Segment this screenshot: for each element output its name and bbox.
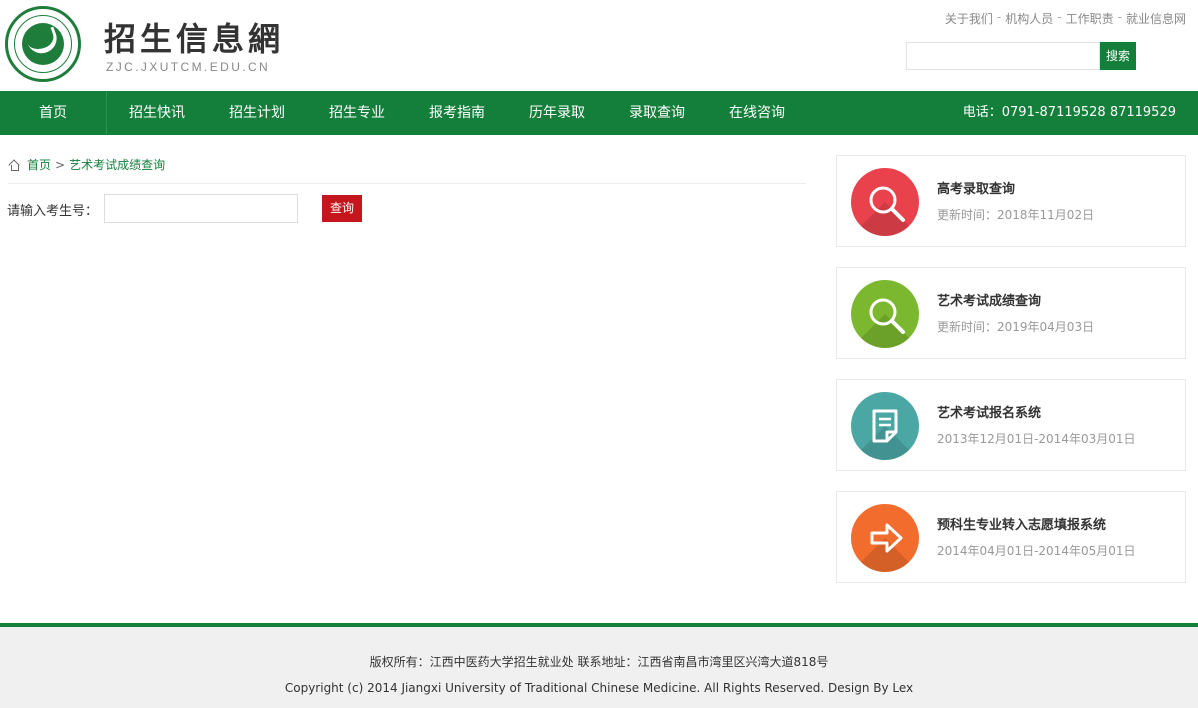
card-gaokao-query[interactable]: 高考录取查询 更新时间：2018年11月02日 bbox=[836, 155, 1186, 247]
main-nav: 首页 招生快讯 招生计划 招生专业 报考指南 历年录取 录取查询 在线咨询 电话… bbox=[0, 91, 1198, 135]
card-icon-circle bbox=[851, 392, 919, 460]
nav-item-history[interactable]: 历年录取 bbox=[507, 91, 607, 135]
card-date: 2014年04月01日-2014年05月01日 bbox=[937, 544, 1136, 558]
top-link-jobs[interactable]: 就业信息网 bbox=[1126, 10, 1186, 27]
top-link-staff[interactable]: 机构人员 bbox=[1005, 10, 1053, 27]
document-icon bbox=[872, 409, 898, 443]
top-link-separator: - bbox=[1057, 10, 1062, 24]
card-date: 2013年12月01日-2014年03月01日 bbox=[937, 432, 1136, 446]
site-footer: 版权所有：江西中医药大学招生就业处 联系地址：江西省南昌市湾里区兴湾大道818号… bbox=[0, 623, 1198, 708]
breadcrumb-separator: > bbox=[55, 157, 66, 172]
breadcrumb-current[interactable]: 艺术考试成绩查询 bbox=[69, 156, 165, 173]
search-icon bbox=[869, 298, 905, 334]
card-date: 更新时间：2019年04月03日 bbox=[937, 320, 1095, 334]
site-title: 招生信息網 bbox=[104, 20, 285, 58]
nav-item-admission-query[interactable]: 录取查询 bbox=[607, 91, 707, 135]
top-links: 关于我们 - 机构人员 - 工作职责 - 就业信息网 bbox=[945, 10, 1186, 27]
site-domain: ZJC.JXUTCM.EDU.CN bbox=[106, 60, 271, 74]
card-title: 高考录取查询 bbox=[937, 182, 1016, 197]
home-icon bbox=[8, 159, 20, 171]
top-link-duties[interactable]: 工作职责 bbox=[1066, 10, 1114, 27]
nav-item-guide[interactable]: 报考指南 bbox=[407, 91, 507, 135]
nav-item-majors[interactable]: 招生专业 bbox=[307, 91, 407, 135]
card-art-score-query[interactable]: 艺术考试成绩查询 更新时间：2019年04月03日 bbox=[836, 267, 1186, 359]
top-link-separator: - bbox=[1117, 10, 1122, 24]
breadcrumb: 首页 > 艺术考试成绩查询 bbox=[8, 156, 165, 173]
arrow-right-icon bbox=[870, 523, 903, 553]
top-link-about[interactable]: 关于我们 bbox=[945, 10, 993, 27]
card-icon-circle bbox=[851, 280, 919, 348]
top-link-separator: - bbox=[996, 10, 1002, 24]
nav-item-news[interactable]: 招生快讯 bbox=[107, 91, 207, 135]
nav-item-home[interactable]: 首页 bbox=[0, 91, 106, 135]
candidate-number-input[interactable] bbox=[104, 194, 298, 223]
footer-copyright-cn: 版权所有：江西中医药大学招生就业处 联系地址：江西省南昌市湾里区兴湾大道818号 bbox=[369, 655, 829, 669]
footer-copyright-en: Copyright (c) 2014 Jiangxi University of… bbox=[284, 681, 914, 695]
university-logo[interactable] bbox=[5, 6, 81, 82]
card-art-registration[interactable]: 艺术考试报名系统 2013年12月01日-2014年03月01日 bbox=[836, 379, 1186, 471]
nav-item-plan[interactable]: 招生计划 bbox=[207, 91, 307, 135]
card-title: 预科生专业转入志愿填报系统 bbox=[937, 518, 1107, 533]
search-icon bbox=[869, 186, 905, 222]
site-search-button[interactable]: 搜索 bbox=[1100, 42, 1136, 70]
nav-item-consult[interactable]: 在线咨询 bbox=[707, 91, 807, 135]
site-search-input[interactable] bbox=[906, 42, 1100, 70]
card-title: 艺术考试报名系统 bbox=[937, 406, 1042, 421]
card-title: 艺术考试成绩查询 bbox=[937, 294, 1042, 309]
candidate-number-label: 请输入考生号： bbox=[7, 204, 99, 219]
breadcrumb-home[interactable]: 首页 bbox=[27, 156, 51, 173]
query-button[interactable]: 查询 bbox=[322, 195, 362, 222]
contact-phone: 电话：0791-87119528 87119529 bbox=[962, 105, 1176, 120]
card-preparatory-transfer[interactable]: 预科生专业转入志愿填报系统 2014年04月01日-2014年05月01日 bbox=[836, 491, 1186, 583]
site-header: 招生信息網 ZJC.JXUTCM.EDU.CN 关于我们 - 机构人员 - 工作… bbox=[0, 0, 1198, 91]
breadcrumb-divider bbox=[8, 183, 806, 184]
card-icon-circle bbox=[851, 168, 919, 236]
card-date: 更新时间：2018年11月02日 bbox=[937, 208, 1095, 222]
card-icon-circle bbox=[851, 504, 919, 572]
